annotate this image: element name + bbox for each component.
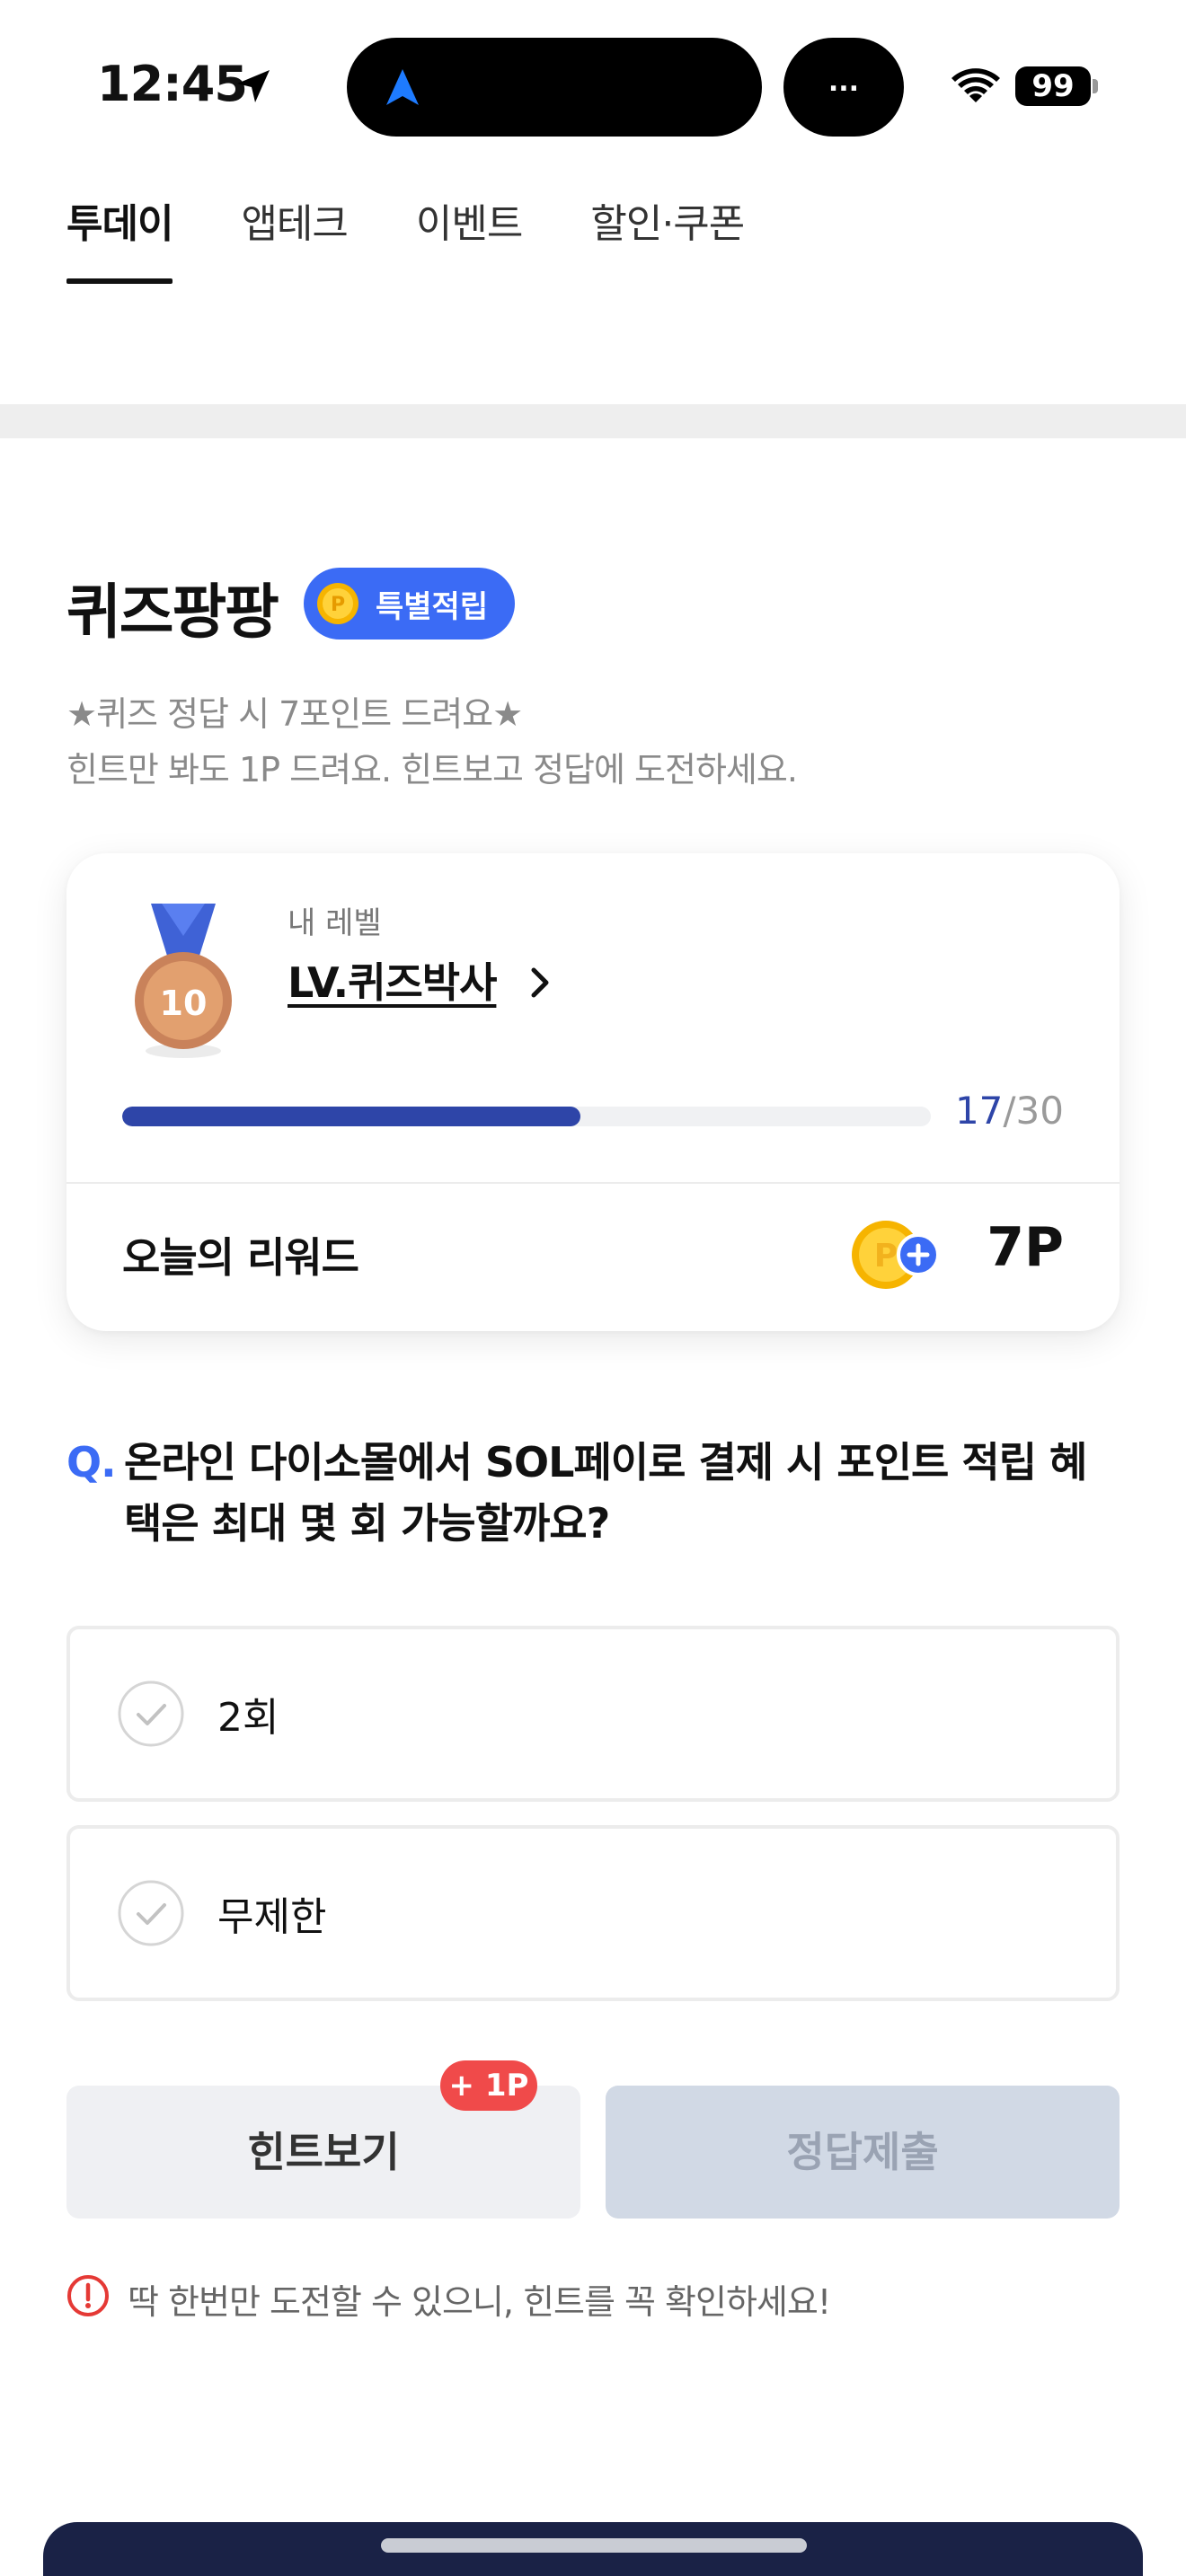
navigation-icon (386, 69, 419, 105)
answer-option-2[interactable]: 무제한 (66, 1825, 1120, 2001)
tab-discount-coupon[interactable]: 할인·쿠폰 (590, 198, 745, 284)
tab-event[interactable]: 이벤트 (416, 198, 523, 284)
chevron-right-icon[interactable] (527, 965, 553, 1001)
badge-label: 특별적립 (376, 588, 489, 625)
special-reward-badge: P 특별적립 (304, 568, 516, 640)
tab-apptech[interactable]: 앱테크 (241, 198, 348, 284)
banner-decoration (160, 2569, 250, 2576)
reward-value: 7P (987, 1216, 1064, 1279)
notice-text: 딱 한번만 도전할 수 있으니, 힌트를 꼭 확인하세요! (128, 2282, 831, 2322)
alert-icon (67, 2275, 109, 2316)
level-progress-fill (122, 1107, 581, 1126)
card-divider (66, 1182, 1120, 1184)
medal-icon: 10 (135, 904, 232, 1058)
desc-line-1: ★퀴즈 정답 시 7포인트 드려요★ (66, 694, 523, 734)
reward-label: 오늘의 리워드 (122, 1233, 359, 1282)
level-name-link[interactable]: LV.퀴즈박사 (288, 950, 497, 1010)
home-indicator (381, 2538, 807, 2553)
coin-plus-icon: P (852, 1221, 940, 1289)
quiz-description: ★퀴즈 정답 시 7포인트 드려요★ 힌트만 봐도 1P 드려요. 힌트보고 정… (66, 686, 798, 798)
wifi-icon (951, 68, 1000, 102)
medal-number: 10 (160, 984, 208, 1023)
level-card: 10 내 레벨 LV.퀴즈박사 17/30 오늘의 리워드 P 7P (66, 853, 1120, 1331)
question-text: 온라인 다이소몰에서 SOL페이로 결제 시 포인트 적립 혜택은 최대 몇 회… (124, 1438, 1087, 1548)
option-label: 무제한 (217, 1894, 327, 1940)
battery-level: 99 (1015, 66, 1091, 106)
top-tabs: 투데이 앱테크 이벤트 할인·쿠폰 (66, 198, 812, 284)
answer-option-1[interactable]: 2회 (66, 1626, 1120, 1802)
section-divider (0, 404, 1186, 438)
level-progress-text: 17/30 (955, 1089, 1064, 1133)
island-pill: ... (783, 38, 904, 137)
battery-tip (1093, 79, 1098, 93)
level-caption: 내 레벨 (288, 905, 382, 941)
dynamic-island (347, 38, 762, 137)
coin-icon: P (317, 583, 358, 624)
progress-total: /30 (1003, 1089, 1064, 1133)
question-prefix: Q. (66, 1438, 117, 1486)
progress-current: 17 (954, 1089, 1004, 1133)
tab-today[interactable]: 투데이 (66, 198, 173, 284)
option-label: 2회 (217, 1695, 279, 1741)
submit-answer-button[interactable]: 정답제출 (606, 2086, 1120, 2219)
hint-bonus-badge: + 1P (440, 2060, 537, 2111)
quiz-question: Q. 온라인 다이소몰에서 SOL페이로 결제 시 포인트 적립 혜택은 최대 … (66, 1432, 1109, 1554)
status-time: 12:45 (97, 56, 248, 112)
desc-line-2: 힌트만 봐도 1P 드려요. 힌트보고 정답에 도전하세요. (66, 750, 798, 790)
svg-text:P: P (331, 594, 345, 616)
quiz-title: 퀴즈팡팡 (66, 578, 279, 647)
location-arrow-icon (237, 70, 270, 102)
svg-text:P: P (874, 1238, 898, 1275)
level-progress-bar (122, 1107, 931, 1126)
status-bar: 12:45 ... 99 (0, 0, 1186, 162)
check-circle-icon (118, 1880, 184, 1946)
check-circle-icon (118, 1681, 184, 1747)
